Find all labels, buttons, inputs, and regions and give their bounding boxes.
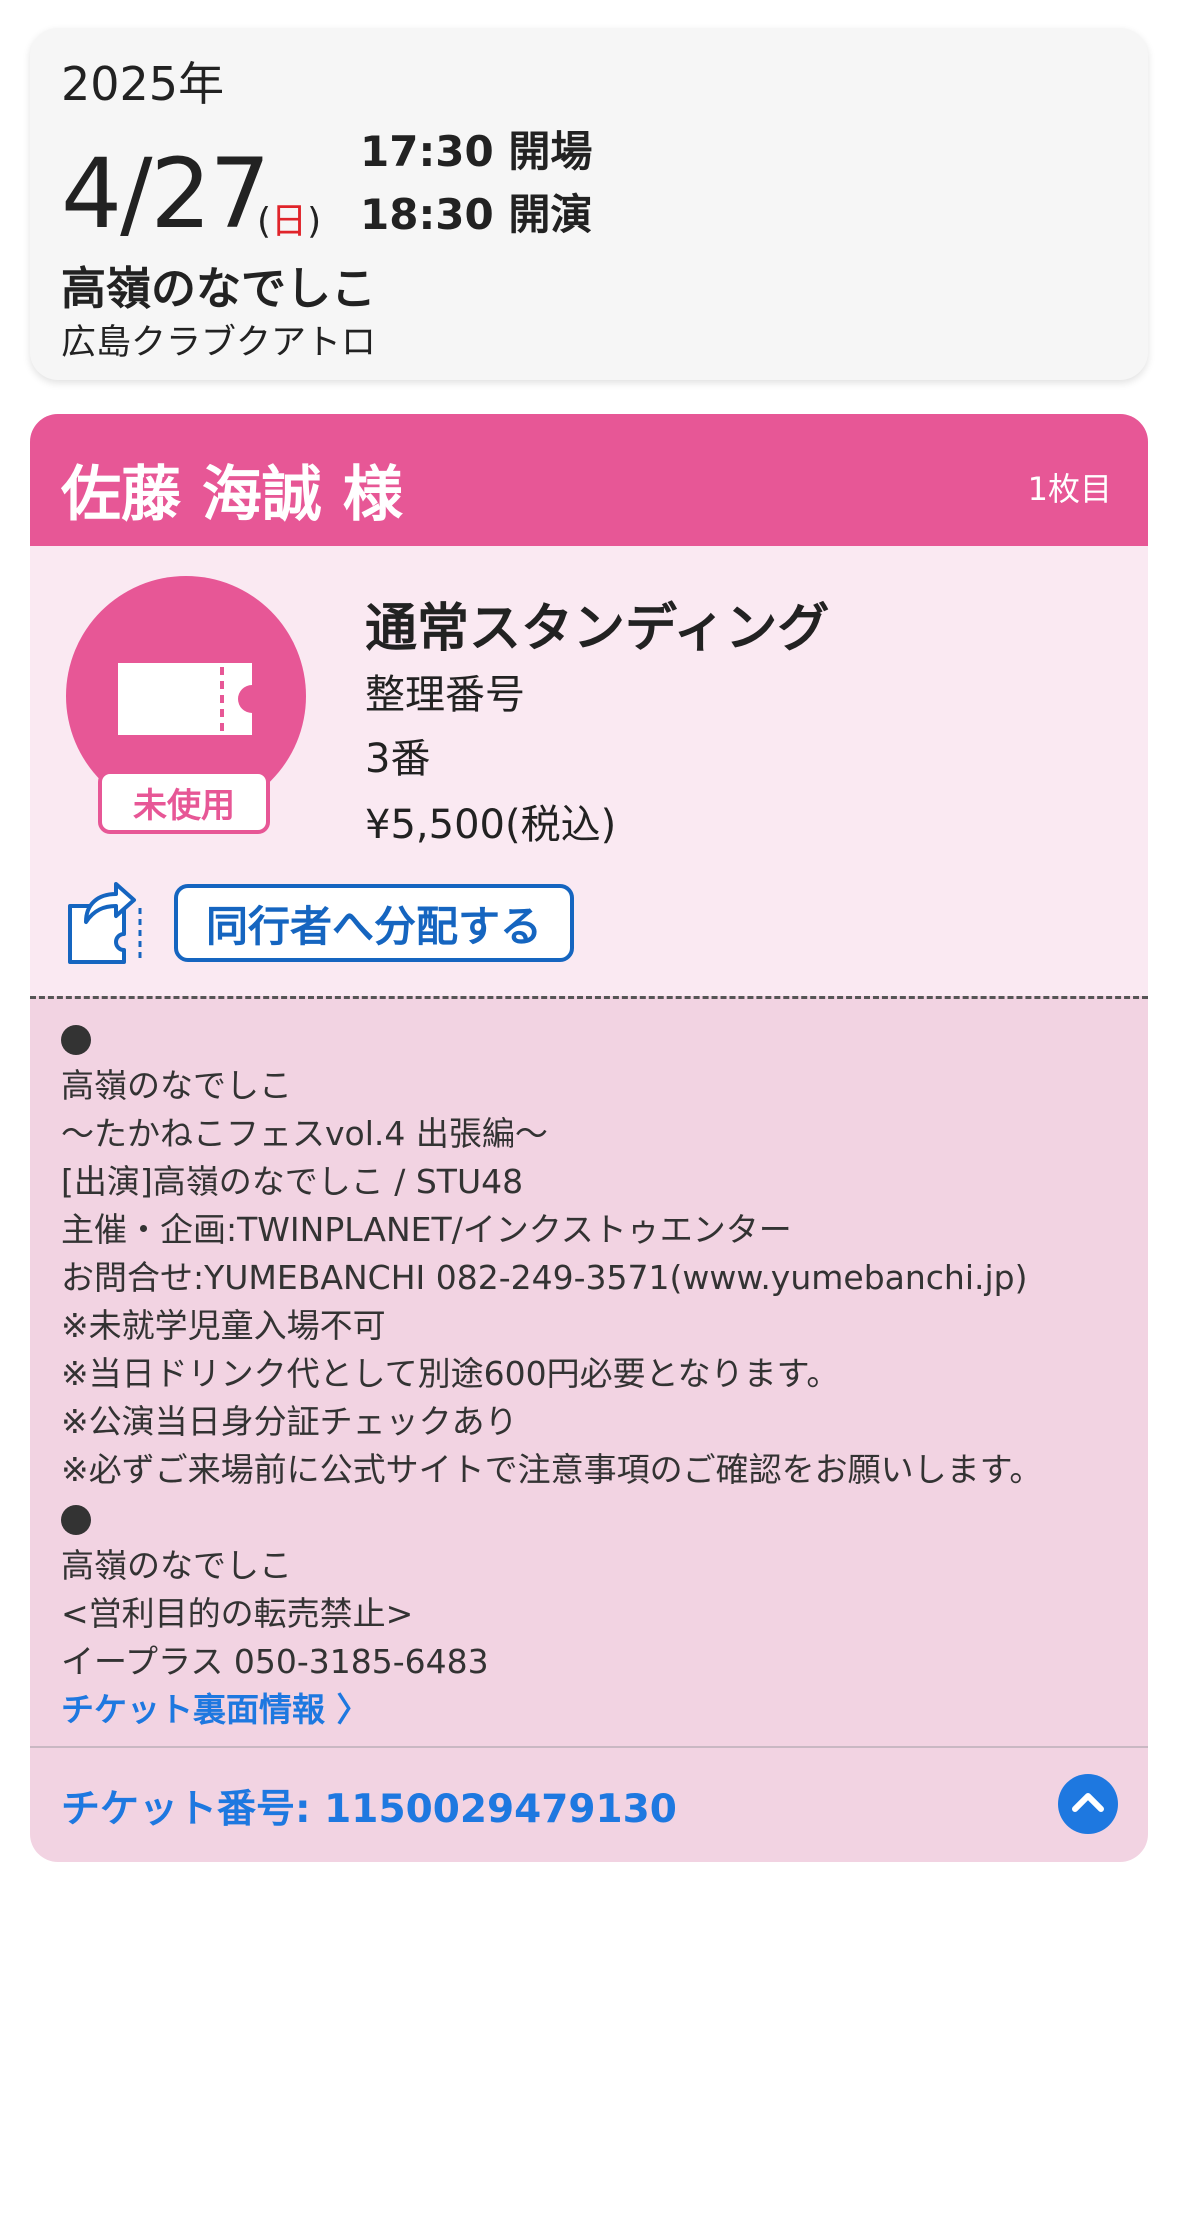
share-button-label: 同行者へ分配する <box>174 884 574 962</box>
ticket-info-section: 高嶺のなでしこ 〜たかねこフェスvol.4 出張編〜 [出演]高嶺のなでしこ /… <box>61 1014 1121 1734</box>
footer-separator <box>30 1746 1148 1748</box>
door-open-time: 17:30 開場 <box>360 127 593 176</box>
ticket-count: 1枚目 <box>1027 470 1112 508</box>
info-bullet <box>61 1494 1121 1542</box>
ticket-header: 佐藤 海誠 様 1枚目 <box>30 414 1148 546</box>
info-line: 主催・企画:TWINPLANET/インクストゥエンター <box>61 1210 792 1249</box>
chevron-up-icon <box>1072 1793 1104 1812</box>
share-ticket-icon <box>68 882 142 964</box>
collapse-button[interactable] <box>1058 1774 1118 1834</box>
info-line: 〜たかねこフェスvol.4 出張編〜 <box>61 1114 548 1153</box>
seat-type: 通常スタンディング <box>365 599 830 659</box>
event-artist: 高嶺のなでしこ <box>61 262 377 315</box>
show-start-time: 18:30 開演 <box>360 190 593 239</box>
ticket-back-info-link[interactable]: チケット裏面情報 〉 <box>61 1686 1121 1734</box>
info-line: ※未就学児童入場不可 <box>61 1306 386 1345</box>
ticket-number: チケット番号: 1150029479130 <box>61 1787 677 1832</box>
ticket-holder-name: 佐藤 海誠 様 <box>61 460 403 530</box>
info-line: 高嶺のなでしこ <box>61 1066 292 1105</box>
info-line: ※必ずご来場前に公式サイトで注意事項のご確認をお願いします。 <box>61 1450 1043 1489</box>
info-line: ※当日ドリンク代として別途600円必要となります。 <box>61 1354 840 1393</box>
event-year: 2025年 <box>61 57 225 111</box>
seat-number-label: 整理番号 <box>365 672 525 718</box>
event-venue: 広島クラブクアトロ <box>61 323 377 363</box>
share-with-companion-button[interactable]: 同行者へ分配する <box>64 876 574 966</box>
info-bullet <box>61 1014 1121 1062</box>
ticket-status-badge: 未使用 <box>98 770 270 834</box>
info-line: [出演]高嶺のなでしこ / STU48 <box>61 1162 524 1201</box>
ticket-price: ¥5,500(税込) <box>365 802 617 848</box>
event-date: 4/27 <box>61 138 271 250</box>
ticket-divider <box>30 996 1148 999</box>
event-times: 17:30 開場 18:30 開演 <box>360 120 592 246</box>
event-day-of-week: (日) <box>257 201 322 242</box>
event-info-card: 2025年 4/27 (日) 17:30 開場 18:30 開演 高嶺のなでしこ… <box>30 28 1148 380</box>
ticket-icon <box>118 663 252 735</box>
info-line: ※公演当日身分証チェックあり <box>61 1402 518 1441</box>
bullet-icon <box>61 1024 91 1055</box>
ticket-screen: 2025年 4/27 (日) 17:30 開場 18:30 開演 高嶺のなでしこ… <box>0 0 1179 2217</box>
event-date-row: 4/27 <box>61 146 271 242</box>
info-line: イープラス 050-3185-6483 <box>61 1642 489 1681</box>
info-line: <営利目的の転売禁止> <box>61 1594 414 1633</box>
bullet-icon <box>61 1504 91 1535</box>
seat-number: 3番 <box>365 736 431 782</box>
info-line: 高嶺のなでしこ <box>61 1546 292 1585</box>
ticket-body: 未使用 通常スタンディング 整理番号 3番 ¥5,500(税込) 同行者へ分配す… <box>30 546 1148 996</box>
ticket-card: 佐藤 海誠 様 1枚目 未使用 通常スタンディング 整理番号 3番 ¥5,500… <box>30 414 1148 1862</box>
info-line: お問合せ:YUMEBANCHI 082-249-3571(www.yumeban… <box>61 1258 1028 1297</box>
